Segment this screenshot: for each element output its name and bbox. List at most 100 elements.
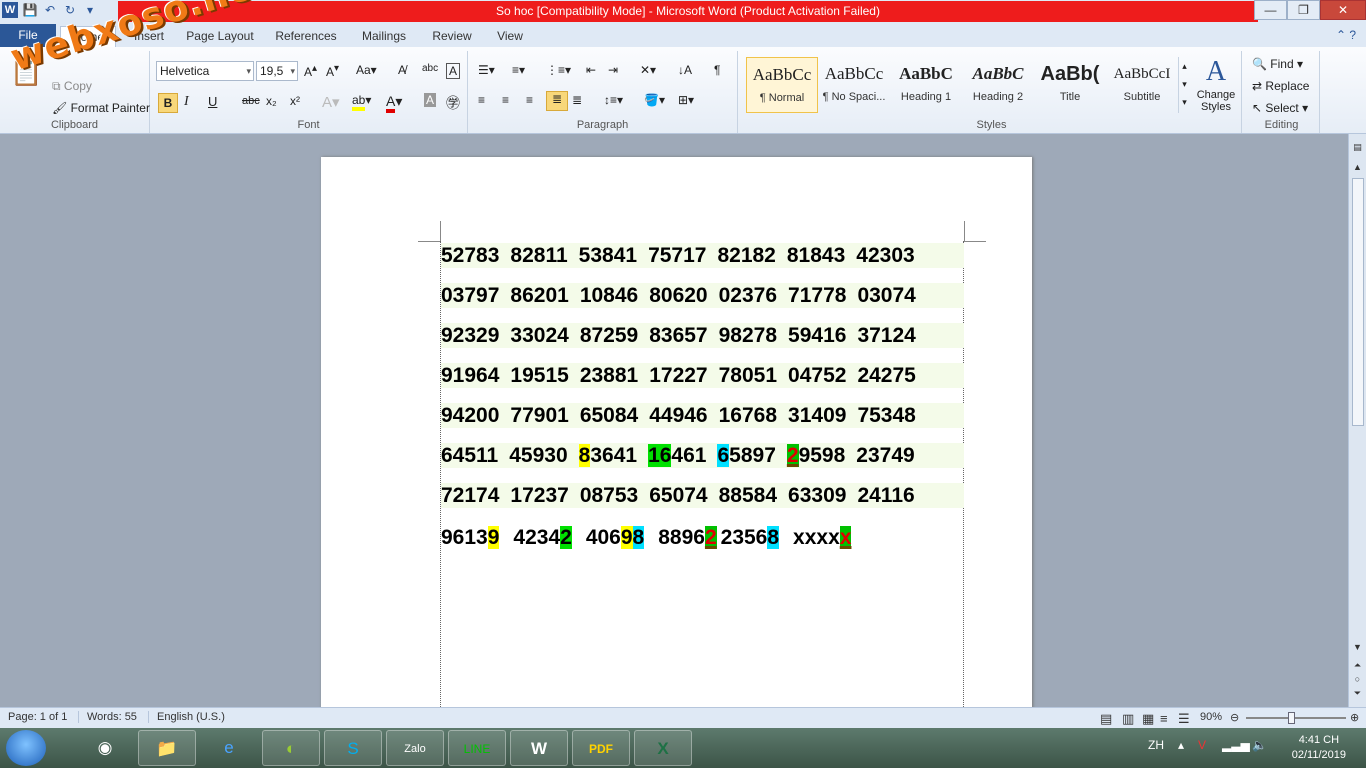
font-family-combo[interactable]: Helvetica [156,61,254,81]
show-hidden-icons-icon[interactable]: ▴ [1178,738,1184,752]
prev-page-icon[interactable]: ⏶ [1349,660,1366,671]
zoom-in-icon[interactable]: ⊕ [1350,711,1359,724]
page-count[interactable]: Page: 1 of 1 [8,711,67,723]
replace-button[interactable]: ⇄ Replace [1252,79,1309,93]
document-page[interactable]: 52783 82811 53841 75717 82182 81843 42303 0379… [321,157,1032,721]
web-layout-icon[interactable]: ▦ [1142,711,1154,727]
language-indicator[interactable]: English (U.S.) [148,711,225,723]
help-icon[interactable]: ⌃ ? [1336,28,1356,42]
outline-icon[interactable]: ≡ [1160,711,1168,726]
distributed-icon[interactable]: ≣ [572,93,582,107]
explorer-icon[interactable]: 📁 [138,730,196,766]
scroll-down-icon[interactable]: ▼ [1349,642,1366,652]
underline-button[interactable]: U [208,94,217,109]
coccoc-icon[interactable]: ◐ [262,730,320,766]
zoom-level[interactable]: 90% [1200,711,1222,723]
find-button[interactable]: 🔍 Find ▾ [1252,57,1303,71]
character-shading-icon[interactable]: A [424,93,437,107]
save-icon[interactable]: 💾 [22,2,38,18]
line-spacing-icon[interactable]: ↕≡▾ [604,93,623,107]
enclose-characters-icon[interactable]: ㊫ [446,93,460,113]
style-normal[interactable]: AaBbCc ¶ Normal [746,57,818,113]
network-icon[interactable]: ▂▃▅ [1222,738,1250,752]
skype-icon[interactable]: S [324,730,382,766]
change-styles-button[interactable]: A Change Styles [1194,55,1238,113]
styles-scroll[interactable]: ▴ ▾ ▾ [1178,57,1190,113]
align-left-icon[interactable]: ≡ [478,93,485,107]
font-color-icon[interactable]: A▾ [386,93,402,113]
style-heading-1[interactable]: AaBbC Heading 1 [890,57,962,113]
clear-formatting-icon[interactable]: A̸ [398,63,406,77]
print-layout-icon[interactable]: ▤ [1100,711,1112,727]
tab-view[interactable]: View [490,26,530,47]
select-button[interactable]: ↖ Select ▾ [1252,101,1308,115]
justify-icon[interactable]: ≣ [546,91,568,111]
browse-object-icon[interactable]: ○ [1349,674,1366,684]
excel-icon[interactable]: X [634,730,692,766]
highlight-color-icon[interactable]: ab▾ [352,93,371,111]
restore-button[interactable]: ❐ [1287,0,1320,20]
multilevel-list-icon[interactable]: ⋮≡▾ [546,63,571,77]
zoom-slider[interactable] [1246,717,1346,719]
decrease-indent-icon[interactable]: ⇤ [586,63,596,77]
volume-icon[interactable]: 🔈 [1252,738,1267,752]
zoom-out-icon[interactable]: ⊖ [1230,711,1239,724]
style-heading-2[interactable]: AaBbC Heading 2 [962,57,1034,113]
scroll-up-icon[interactable]: ▲ [1349,162,1366,172]
superscript-button[interactable]: x² [290,94,300,108]
redo-icon[interactable]: ↻ [62,2,78,18]
increase-indent-icon[interactable]: ⇥ [608,63,618,77]
start-button[interactable] [6,730,46,766]
minimize-button[interactable]: — [1254,0,1287,20]
asian-layout-icon[interactable]: ✕▾ [640,63,656,77]
strikethrough-button[interactable]: abc [242,95,260,107]
numbering-icon[interactable]: ≡▾ [512,63,525,77]
zoom-slider-thumb[interactable] [1288,712,1295,724]
phonetic-guide-icon[interactable]: abc [422,63,438,74]
bullets-icon[interactable]: ☰▾ [478,63,495,77]
word-app-icon[interactable]: W [2,2,18,18]
line-icon[interactable]: LINE [448,730,506,766]
close-button[interactable]: ✕ [1320,0,1366,20]
copy-button[interactable]: ⧉ Copy [52,79,92,94]
shading-icon[interactable]: 🪣▾ [644,93,665,107]
style-subtitle[interactable]: AaBbCcI Subtitle [1106,57,1178,113]
scroll-thumb[interactable] [1352,178,1364,426]
chrome-icon[interactable]: ◉ [76,730,134,766]
change-case-icon[interactable]: Aa▾ [356,63,377,77]
pdf-icon[interactable]: PDF [572,730,630,766]
vertical-scrollbar[interactable]: ▤ ▲ ▼ ⏶ ○ ⏷ [1348,134,1366,707]
tab-mailings[interactable]: Mailings [354,26,414,47]
show-hide-marks-icon[interactable]: ¶ [714,63,720,77]
sort-icon[interactable]: ↓A [678,63,692,77]
word-icon[interactable]: W [510,730,568,766]
align-right-icon[interactable]: ≡ [526,93,533,107]
character-border-icon[interactable]: A [446,63,461,79]
subscript-button[interactable]: x₂ [266,94,277,108]
italic-button[interactable]: I [184,94,189,110]
shrink-font-icon[interactable]: A▾ [326,63,339,79]
text-effects-icon[interactable]: A▾ [322,93,340,111]
document-body[interactable]: 52783 82811 53841 75717 82182 81843 42303 0379… [440,241,964,721]
next-page-icon[interactable]: ⏷ [1349,688,1366,699]
format-painter-button[interactable]: 🖌 Format Painter [52,101,150,115]
font-size-combo[interactable]: 19,5 [256,61,298,81]
draft-icon[interactable]: ☰ [1178,711,1190,727]
tab-references[interactable]: References [270,26,342,47]
undo-icon[interactable]: ↶ [42,2,58,18]
zalo-icon[interactable]: Zalo [386,730,444,766]
system-clock[interactable]: 4:41 CH 02/11/2019 [1292,733,1346,763]
tab-review[interactable]: Review [426,26,478,47]
antivirus-tray-icon[interactable]: V [1198,738,1206,752]
internet-explorer-icon[interactable]: e [200,730,258,766]
ruler-toggle-icon[interactable]: ▤ [1349,142,1366,153]
full-screen-reading-icon[interactable]: ▥ [1122,711,1134,727]
borders-icon[interactable]: ⊞▾ [678,93,694,107]
align-center-icon[interactable]: ≡ [502,93,509,107]
style-title[interactable]: AaBb( Title [1034,57,1106,113]
word-count[interactable]: Words: 55 [78,711,137,723]
style-no-spacing[interactable]: AaBbCc ¶ No Spaci... [818,57,890,113]
tab-page-layout[interactable]: Page Layout [182,26,258,47]
language-tray[interactable]: ZH [1148,738,1164,752]
grow-font-icon[interactable]: A▴ [304,63,317,79]
